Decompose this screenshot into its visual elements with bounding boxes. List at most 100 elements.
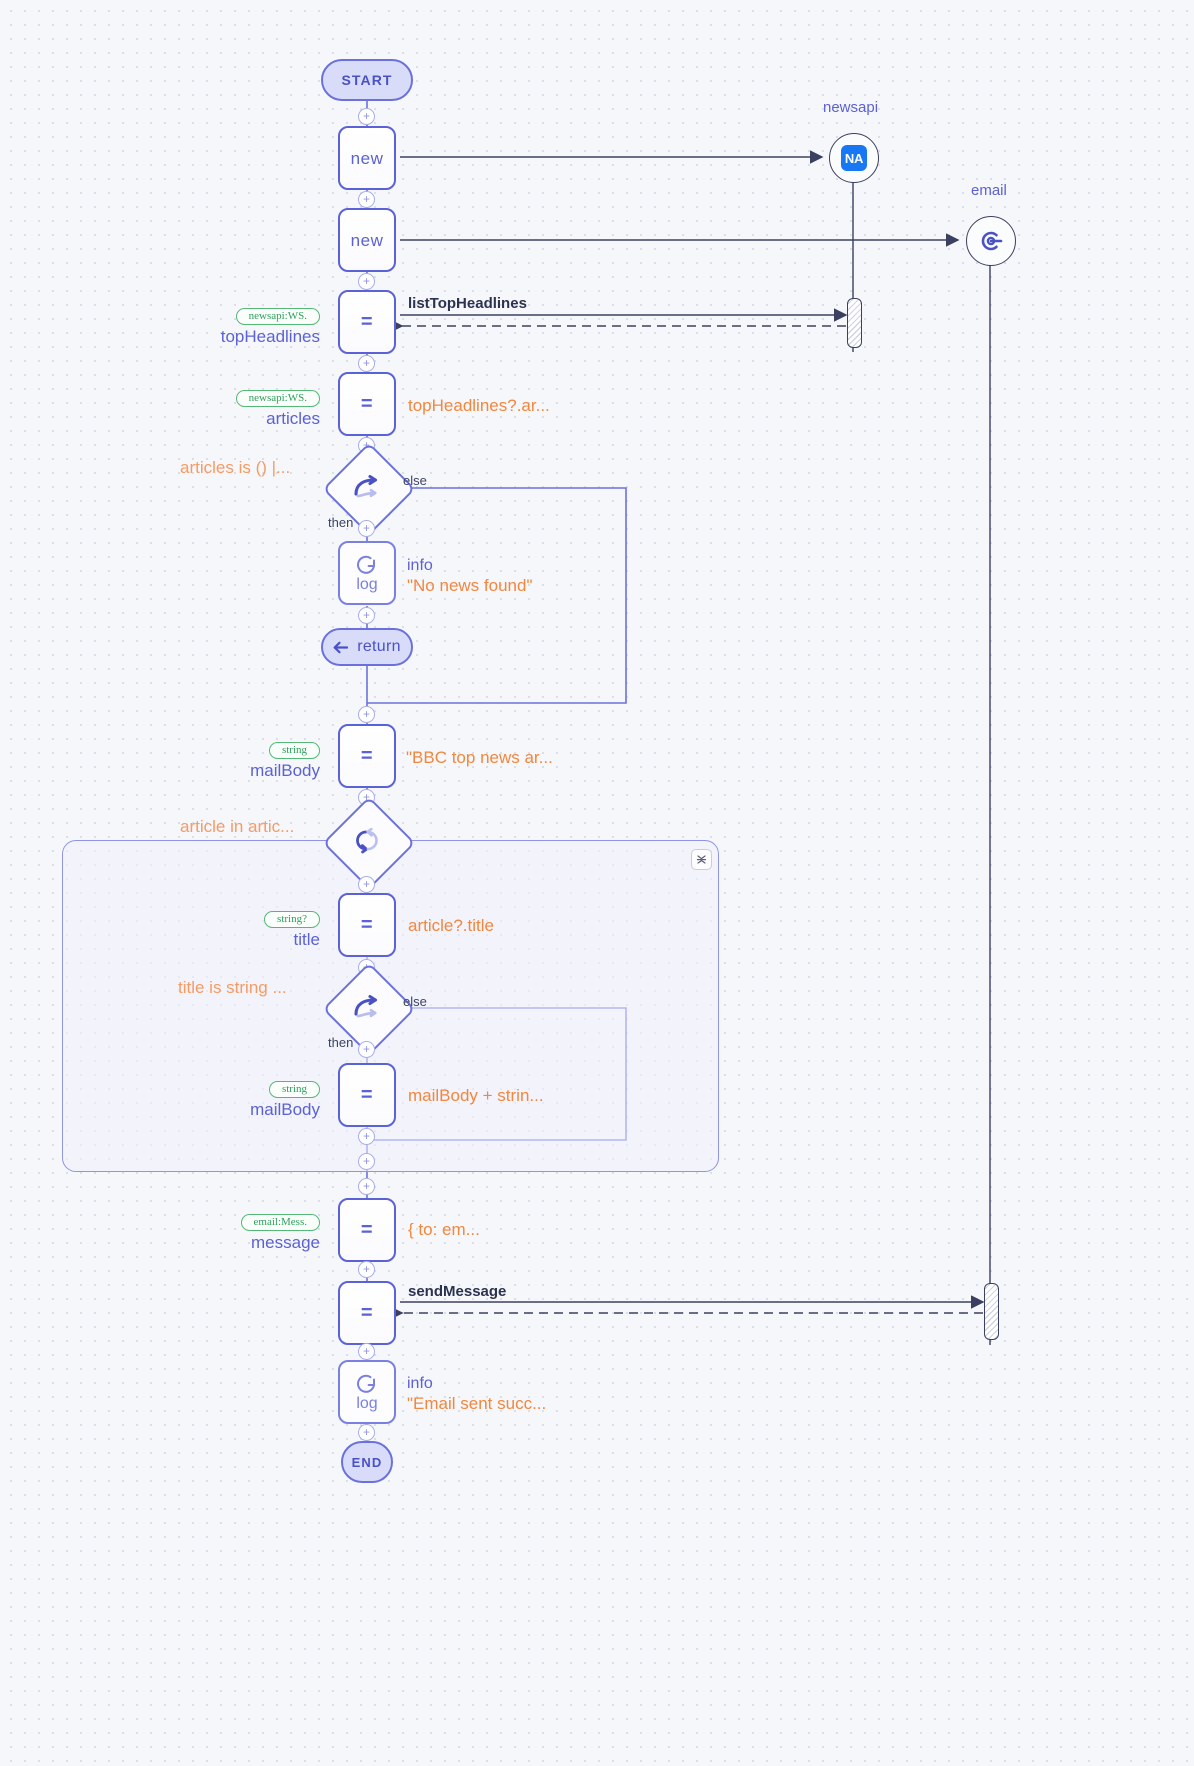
var-label-mailbody-init: string mailBody [150, 740, 320, 780]
condition-if2: title is string ... [178, 978, 287, 997]
start-label: START [341, 72, 393, 88]
loop-icon [336, 810, 398, 872]
var-name: mailBody [250, 1100, 320, 1119]
var-label-message: email:Mess. message [140, 1212, 320, 1252]
node-call-sendmessage[interactable]: = [338, 1281, 396, 1345]
call-label-listtopheadlines: listTopHeadlines [408, 295, 527, 312]
add-step-button[interactable]: + [358, 607, 375, 624]
add-step-button[interactable]: + [358, 1128, 375, 1145]
var-name: articles [266, 409, 320, 428]
node-assign-title[interactable]: = [338, 893, 396, 957]
node-log-no-news[interactable]: log [338, 541, 396, 605]
participant-newsapi[interactable]: NA [829, 133, 879, 183]
add-step-button[interactable]: + [358, 1261, 375, 1278]
return-node[interactable]: return [321, 628, 413, 666]
newsapi-badge-text: NA [841, 145, 867, 171]
add-step-button[interactable]: + [358, 273, 375, 290]
var-label-articles: newsapi:WS. articles [130, 388, 320, 428]
participant-newsapi-label: newsapi [823, 99, 879, 116]
type-badge: newsapi:WS. [235, 308, 320, 325]
node-glyph: = [360, 311, 374, 333]
node-glyph: log [356, 1394, 378, 1412]
log-message: "Email sent succ... [407, 1394, 547, 1413]
node-glyph: = [360, 1084, 374, 1106]
branch-then-label: then [328, 515, 354, 530]
collapse-loop-button[interactable] [691, 849, 712, 870]
log-icon [357, 1374, 375, 1393]
var-name: topHeadlines [220, 327, 320, 346]
type-badge: string [268, 1081, 320, 1098]
log-meta-email-sent: info "Email sent succ... [407, 1374, 546, 1414]
branch-else-label: else [403, 473, 427, 488]
node-branch-articles-empty[interactable] [322, 442, 416, 536]
add-step-button[interactable]: + [358, 1178, 375, 1195]
branch-else-label: else [403, 994, 427, 1009]
branch-icon [336, 976, 398, 1038]
log-meta-no-news: info "No news found" [407, 556, 532, 596]
var-name: title [293, 930, 320, 949]
condition-if1: articles is () |... [180, 458, 291, 477]
participant-email[interactable] [966, 216, 1016, 266]
node-log-email-sent[interactable]: log [338, 1360, 396, 1424]
log-level: info [407, 557, 433, 574]
participant-email-label: email [971, 182, 1007, 199]
expression-title: article?.title [408, 916, 494, 935]
log-message: "No news found" [407, 576, 533, 595]
var-name: mailBody [250, 761, 320, 780]
add-step-button[interactable]: + [358, 876, 375, 893]
end-label: END [351, 1454, 383, 1470]
add-step-button[interactable]: + [358, 355, 375, 372]
node-assign-message[interactable]: = [338, 1198, 396, 1262]
node-glyph: = [360, 745, 374, 767]
node-assign-topheadlines[interactable]: = [338, 290, 396, 354]
node-assign-mailbody-append[interactable]: = [338, 1063, 396, 1127]
type-badge: email:Mess. [240, 1214, 320, 1231]
expression-mailbody-init: "BBC top news ar... [406, 748, 553, 767]
email-connector-icon [966, 216, 1016, 266]
add-step-button[interactable]: + [358, 520, 375, 537]
start-node[interactable]: START [321, 59, 413, 101]
type-badge: newsapi:WS. [235, 390, 320, 407]
branch-then-label: then [328, 1035, 354, 1050]
workflow-canvas[interactable]: NA newsapi email START + new + new + = n… [0, 0, 1194, 1766]
expression-mailbody-append: mailBody + strin... [408, 1086, 544, 1105]
log-icon [357, 555, 375, 574]
add-step-button[interactable]: + [358, 108, 375, 125]
condition-loop: article in artic... [180, 817, 295, 836]
branch-icon [336, 456, 398, 518]
node-new-newsapi[interactable]: new [338, 126, 396, 190]
add-step-button[interactable]: + [358, 1041, 375, 1058]
node-assign-mailbody-init[interactable]: = [338, 724, 396, 788]
activation-bar-email [984, 1283, 999, 1340]
node-new-email[interactable]: new [338, 208, 396, 272]
node-glyph: log [356, 575, 378, 593]
add-step-button[interactable]: + [358, 191, 375, 208]
end-node[interactable]: END [341, 1441, 393, 1483]
add-step-button[interactable]: + [358, 1424, 375, 1441]
var-label-title: string? title [150, 909, 320, 949]
node-glyph: = [360, 914, 374, 936]
expression-message: { to: em... [408, 1220, 480, 1239]
add-step-button[interactable]: + [358, 1343, 375, 1360]
return-label: return [357, 638, 401, 655]
node-branch-title-string[interactable] [322, 962, 416, 1056]
type-badge: string [268, 742, 320, 759]
var-label-mailbody-append: string mailBody [150, 1079, 320, 1119]
node-glyph: = [360, 1219, 374, 1241]
call-label-sendmessage: sendMessage [408, 1283, 507, 1300]
expression-articles: topHeadlines?.ar... [408, 396, 550, 415]
add-step-button[interactable]: + [358, 1153, 375, 1170]
log-level: info [407, 1375, 433, 1392]
var-name: message [251, 1233, 320, 1252]
newsapi-icon: NA [829, 133, 879, 183]
node-assign-articles[interactable]: = [338, 372, 396, 436]
type-badge: string? [264, 911, 320, 928]
node-glyph: = [360, 1302, 374, 1324]
node-glyph: = [360, 393, 374, 415]
add-step-button[interactable]: + [358, 706, 375, 723]
node-glyph: new [350, 230, 384, 250]
var-label-topheadlines: newsapi:WS. topHeadlines [130, 306, 320, 346]
node-glyph: new [350, 148, 384, 168]
node-loop-articles[interactable] [322, 796, 416, 890]
arrow-left-icon [333, 641, 349, 653]
